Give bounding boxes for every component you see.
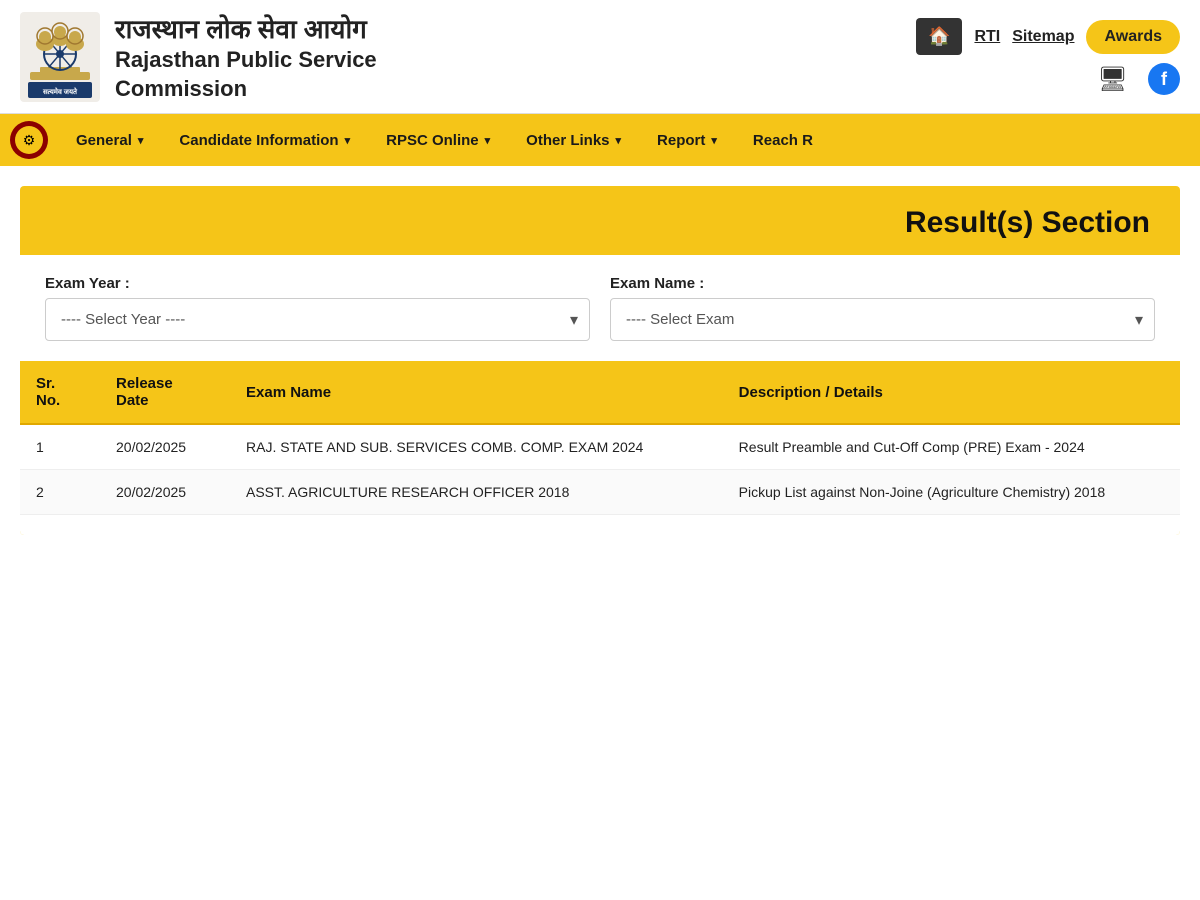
nav-item-report[interactable]: Report ▾ <box>639 118 735 163</box>
social-icons: 🖥 f <box>1098 63 1180 95</box>
exam-name-select[interactable]: ---- Select Exam <box>610 298 1155 341</box>
nav-items: General ▾ Candidate Information ▾ RPSC O… <box>58 118 831 163</box>
cell-description: Result Preamble and Cut-Off Comp (PRE) E… <box>723 424 1180 470</box>
logo-area: सत्यमेव जयते राजस्थान लोक सेवा आयोग Raja… <box>20 10 916 103</box>
home-icon: 🏠 <box>928 26 950 47</box>
svg-text:सत्यमेव जयते: सत्यमेव जयते <box>42 87 78 96</box>
results-title: Result(s) Section <box>905 206 1150 239</box>
filter-row: Exam Year : ---- Select Year ---- ▾ Exam… <box>45 275 1155 341</box>
nav-item-reach-r[interactable]: Reach R <box>735 118 831 163</box>
col-description: Description / Details <box>723 361 1180 424</box>
org-name: राजस्थान लोक सेवा आयोग Rajasthan Public … <box>115 10 377 103</box>
year-label: Exam Year : <box>45 275 590 292</box>
rti-link[interactable]: RTI <box>974 28 1000 46</box>
year-filter-group: Exam Year : ---- Select Year ---- ▾ <box>45 275 590 341</box>
cell-release-date: 20/02/2025 <box>100 424 230 470</box>
table-body: 1 20/02/2025 RAJ. STATE AND SUB. SERVICE… <box>20 424 1180 515</box>
top-nav-links: 🏠 RTI Sitemap Awards <box>916 18 1180 55</box>
english-title: Rajasthan Public Service Commission <box>115 46 377 103</box>
emblem-logo: सत्यमेव जयते <box>20 12 100 102</box>
page-header: सत्यमेव जयते राजस्थान लोक सेवा आयोग Raja… <box>0 0 1200 114</box>
home-button[interactable]: 🏠 <box>916 18 962 55</box>
results-section: Result(s) Section Exam Year : ---- Selec… <box>20 186 1180 535</box>
cell-sr-no: 2 <box>20 470 100 515</box>
results-table: Sr.No. ReleaseDate Exam Name Description… <box>20 361 1180 515</box>
cell-release-date: 20/02/2025 <box>100 470 230 515</box>
cell-sr-no: 1 <box>20 424 100 470</box>
nav-item-rpsc-online[interactable]: RPSC Online ▾ <box>368 118 508 163</box>
cell-description: Pickup List against Non-Joine (Agricultu… <box>723 470 1180 515</box>
awards-button[interactable]: Awards <box>1086 20 1180 54</box>
top-right-nav: 🏠 RTI Sitemap Awards 🖥 f <box>916 18 1180 95</box>
year-select-wrapper: ---- Select Year ---- ▾ <box>45 298 590 341</box>
nav-bar: ⚙ General ▾ Candidate Information ▾ RPSC… <box>0 114 1200 166</box>
filter-area: Exam Year : ---- Select Year ---- ▾ Exam… <box>20 255 1180 361</box>
table-header-row: Sr.No. ReleaseDate Exam Name Description… <box>20 361 1180 424</box>
nav-item-other-links[interactable]: Other Links ▾ <box>508 118 639 163</box>
facebook-icon[interactable]: f <box>1148 63 1180 95</box>
hindi-title: राजस्थान लोक सेवा आयोग <box>115 10 377 46</box>
nav-item-candidate-info[interactable]: Candidate Information ▾ <box>161 118 368 163</box>
chevron-down-icon: ▾ <box>485 134 491 147</box>
main-content: Result(s) Section Exam Year : ---- Selec… <box>0 166 1200 555</box>
table-row: 2 20/02/2025 ASST. AGRICULTURE RESEARCH … <box>20 470 1180 515</box>
cell-exam-name: RAJ. STATE AND SUB. SERVICES COMB. COMP.… <box>230 424 723 470</box>
table-container: Sr.No. ReleaseDate Exam Name Description… <box>20 361 1180 535</box>
exam-name-filter-group: Exam Name : ---- Select Exam ▾ <box>610 275 1155 341</box>
chevron-down-icon: ▾ <box>711 134 717 147</box>
chevron-down-icon: ▾ <box>345 134 351 147</box>
table-row: 1 20/02/2025 RAJ. STATE AND SUB. SERVICE… <box>20 424 1180 470</box>
cell-exam-name: ASST. AGRICULTURE RESEARCH OFFICER 2018 <box>230 470 723 515</box>
table-header: Sr.No. ReleaseDate Exam Name Description… <box>20 361 1180 424</box>
nav-logo-inner: ⚙ <box>15 126 43 154</box>
year-select[interactable]: ---- Select Year ---- <box>45 298 590 341</box>
chevron-down-icon: ▾ <box>138 134 144 147</box>
col-exam-name: Exam Name <box>230 361 723 424</box>
col-sr-no: Sr.No. <box>20 361 100 424</box>
col-release-date: ReleaseDate <box>100 361 230 424</box>
nav-item-general[interactable]: General ▾ <box>58 118 161 163</box>
exam-name-select-wrapper: ---- Select Exam ▾ <box>610 298 1155 341</box>
nav-logo: ⚙ <box>10 121 48 159</box>
chevron-down-icon: ▾ <box>616 134 622 147</box>
sitemap-link[interactable]: Sitemap <box>1012 28 1074 46</box>
exam-name-label: Exam Name : <box>610 275 1155 292</box>
monitor-icon[interactable]: 🖥 <box>1098 65 1128 94</box>
results-header: Result(s) Section <box>20 186 1180 255</box>
